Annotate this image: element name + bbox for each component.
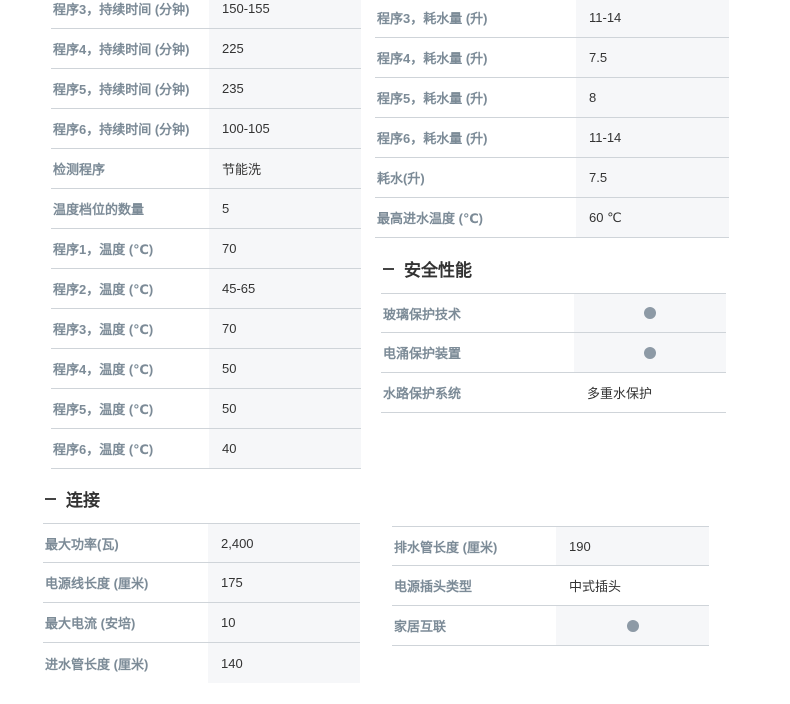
spec-label: 程序6，耗水量 (升) — [377, 131, 488, 146]
spec-value: 7.5 — [576, 38, 729, 77]
spec-value: 45-65 — [209, 269, 361, 308]
spec-row: 程序1，温度 (℃) 70 — [51, 229, 361, 269]
spec-value: 235 — [209, 69, 361, 108]
spec-label: 程序3，温度 (℃) — [53, 322, 154, 337]
spec-label: 程序4，持续时间 (分钟) — [53, 42, 190, 57]
section-title: 安全性能 — [404, 261, 472, 280]
spec-value: 10 — [208, 603, 360, 642]
spec-row: 电源线长度 (厘米) 175 — [43, 563, 360, 603]
spec-value: 150-155 — [209, 0, 361, 28]
spec-row: 耗水(升) 7.5 — [375, 158, 729, 198]
spec-table-safety: 玻璃保护技术 电涌保护装置 水路保护系统 多重水保护 — [381, 293, 726, 413]
spec-row: 程序2，温度 (℃) 45-65 — [51, 269, 361, 309]
spec-value: 60 ℃ — [576, 198, 729, 237]
spec-label: 水路保护系统 — [383, 386, 462, 401]
spec-label: 最大电流 (安培) — [45, 616, 136, 631]
spec-value: 多重水保护 — [574, 373, 726, 412]
spec-row: 最高进水温度 (℃) 60 ℃ — [375, 198, 729, 238]
spec-label: 电源插头类型 — [394, 579, 473, 594]
spec-value — [574, 294, 726, 332]
spec-table-programs: 程序3，持续时间 (分钟) 150-155 程序4，持续时间 (分钟) 225 程序… — [51, 0, 361, 469]
spec-row: 程序4，耗水量 (升) 7.5 — [375, 38, 729, 78]
spec-label: 家居互联 — [394, 619, 447, 634]
spec-label: 程序1，温度 (℃) — [53, 242, 154, 257]
feature-dot-icon — [644, 346, 656, 359]
spec-row: 程序4，持续时间 (分钟) 225 — [51, 29, 361, 69]
spec-label: 最大功率(瓦) — [45, 536, 119, 552]
spec-row: 玻璃保护技术 — [381, 293, 726, 333]
spec-value: 70 — [209, 229, 361, 268]
spec-label: 温度档位的数量 — [53, 202, 145, 217]
spec-row: 最大功率(瓦) 2,400 — [43, 523, 360, 563]
spec-row: 程序3，耗水量 (升) 11-14 — [375, 0, 729, 38]
spec-label: 程序6，持续时间 (分钟) — [53, 122, 190, 137]
spec-value: 11-14 — [576, 118, 729, 157]
spec-row: 程序4，温度 (℃) 50 — [51, 349, 361, 389]
spec-value: 5 — [209, 189, 361, 228]
spec-row: 温度档位的数量 5 — [51, 189, 361, 229]
feature-dot-icon — [626, 619, 639, 632]
spec-label: 程序3，耗水量 (升) — [377, 11, 488, 26]
spec-label: 进水管长度 (厘米) — [45, 656, 149, 672]
spec-row: 程序6，持续时间 (分钟) 100-105 — [51, 109, 361, 149]
spec-value: 100-105 — [209, 109, 361, 148]
spec-row: 程序6，温度 (℃) 40 — [51, 429, 361, 469]
spec-value — [574, 333, 726, 372]
collapse-dash-icon — [383, 267, 394, 270]
spec-label: 程序4，温度 (℃) — [53, 362, 154, 377]
spec-value: 40 — [209, 429, 361, 468]
spec-row: 排水管长度 (厘米) 190 — [392, 526, 709, 566]
spec-label: 玻璃保护技术 — [383, 306, 462, 322]
spec-value — [556, 606, 709, 645]
spec-value: 50 — [209, 349, 361, 388]
spec-row: 程序5，持续时间 (分钟) 235 — [51, 69, 361, 109]
spec-label: 电源线长度 (厘米) — [45, 576, 149, 591]
spec-value: 节能洗 — [209, 149, 361, 188]
spec-label: 程序5，持续时间 (分钟) — [53, 82, 190, 97]
spec-value: 225 — [209, 29, 361, 68]
spec-value: 8 — [576, 78, 729, 117]
spec-table-water: 程序3，耗水量 (升) 11-14 程序4，耗水量 (升) 7.5 程序5，耗水量 … — [375, 0, 729, 238]
spec-label: 耗水(升) — [377, 171, 425, 186]
spec-label: 检测程序 — [53, 162, 106, 177]
spec-table-connection-right: 排水管长度 (厘米) 190 电源插头类型 中式插头 家居互联 — [392, 526, 709, 646]
spec-row: 家居互联 — [392, 606, 709, 646]
spec-label: 程序3，持续时间 (分钟) — [53, 2, 190, 17]
spec-label: 排水管长度 (厘米) — [394, 539, 498, 555]
spec-row: 进水管长度 (厘米) 140 — [43, 643, 360, 683]
spec-value: 7.5 — [576, 158, 729, 197]
spec-label: 程序4，耗水量 (升) — [377, 51, 488, 66]
spec-value: 2,400 — [208, 524, 360, 562]
spec-label: 程序2，温度 (℃) — [53, 282, 154, 297]
spec-value: 190 — [556, 527, 709, 565]
feature-dot-icon — [644, 307, 656, 319]
spec-table-connection-left: 最大功率(瓦) 2,400 电源线长度 (厘米) 175 最大电流 (安培) 10 进… — [43, 523, 360, 683]
spec-label: 电涌保护装置 — [383, 346, 462, 361]
spec-value: 175 — [208, 563, 360, 602]
spec-row: 程序5，耗水量 (升) 8 — [375, 78, 729, 118]
spec-row: 程序3，温度 (℃) 70 — [51, 309, 361, 349]
section-heading-safety: 安全性能 — [383, 256, 472, 281]
spec-value: 140 — [208, 643, 360, 683]
spec-row: 电涌保护装置 — [381, 333, 726, 373]
spec-label: 程序5，温度 (℃) — [53, 402, 154, 417]
spec-value: 11-14 — [576, 0, 729, 37]
spec-label: 程序5，耗水量 (升) — [377, 91, 488, 106]
collapse-dash-icon — [45, 497, 56, 500]
spec-row: 程序3，持续时间 (分钟) 150-155 — [51, 0, 361, 29]
spec-value: 70 — [209, 309, 361, 348]
section-heading-connection: 连接 — [45, 486, 100, 511]
spec-row: 程序6，耗水量 (升) 11-14 — [375, 118, 729, 158]
spec-value: 中式插头 — [556, 566, 709, 605]
spec-label: 最高进水温度 (℃) — [377, 211, 484, 226]
spec-row: 最大电流 (安培) 10 — [43, 603, 360, 643]
spec-value: 50 — [209, 389, 361, 428]
spec-label: 程序6，温度 (℃) — [53, 442, 154, 457]
spec-row: 程序5，温度 (℃) 50 — [51, 389, 361, 429]
spec-row: 电源插头类型 中式插头 — [392, 566, 709, 606]
spec-row: 检测程序 节能洗 — [51, 149, 361, 189]
section-title: 连接 — [66, 491, 100, 510]
spec-row: 水路保护系统 多重水保护 — [381, 373, 726, 413]
